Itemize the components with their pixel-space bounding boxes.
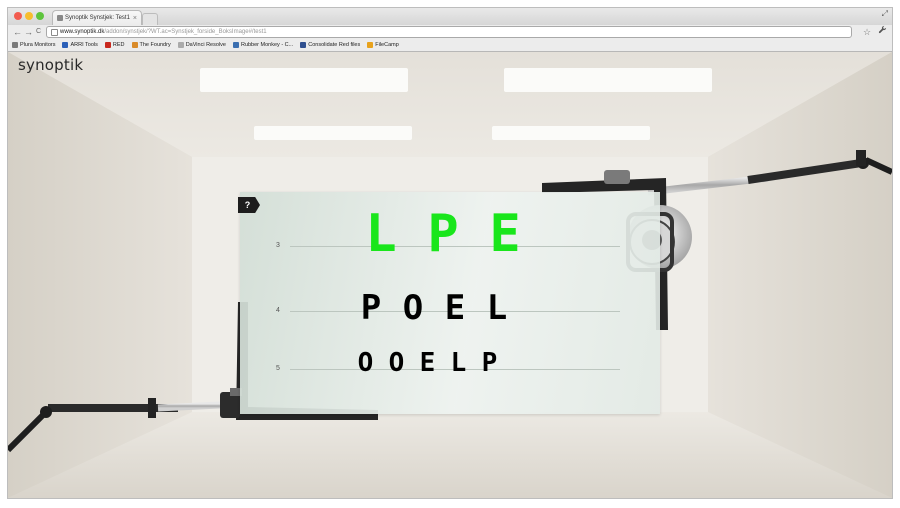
close-window-button[interactable] (14, 12, 22, 20)
chart-letter: O (357, 348, 374, 378)
chart-letter: L (486, 288, 508, 328)
bookmark-item[interactable]: RED (104, 42, 125, 48)
bookmark-favicon-icon (177, 42, 184, 48)
back-button[interactable]: ← (13, 25, 22, 39)
bookmark-favicon-icon (62, 42, 69, 48)
bookmark-item[interactable]: Plura Monitors (12, 42, 55, 48)
title-bar: Synoptik Synstjek: Test1 × ⤢ (8, 8, 892, 25)
chart-letter: L (450, 348, 467, 378)
row-number-3: 3 (276, 242, 280, 249)
chart-row-3: LPE (350, 204, 536, 264)
bookmark-favicon-icon (367, 42, 374, 48)
row-number-5: 5 (276, 365, 280, 372)
chart-letter: O (388, 348, 405, 378)
tab-favicon-icon (57, 15, 63, 21)
bookmark-favicon-icon (12, 42, 18, 48)
tab-title: Synoptik Synstjek: Test1 (65, 15, 130, 21)
url-path: /addon/synstjek/?WT.ac=Synstjek_forside_… (104, 29, 267, 35)
bookmark-favicon-icon (300, 42, 307, 48)
minimize-window-button[interactable] (25, 12, 33, 20)
bookmark-item[interactable]: DaVinci Resolve (177, 42, 226, 48)
bookmark-favicon-icon (104, 42, 111, 48)
reload-button[interactable]: C (36, 25, 41, 39)
chart-letter: P (427, 204, 459, 264)
bookmark-label: FileCamp (375, 42, 399, 48)
tab-close-icon[interactable]: × (133, 11, 137, 25)
bookmark-label: DaVinci Resolve (185, 42, 226, 48)
web-page: synoptik ? 3 4 5 LPE POEL OOELP (8, 52, 892, 498)
url-host: www.synoptik.dk (60, 29, 105, 35)
bookmark-item[interactable]: Rubber Monkey - C... (232, 42, 294, 48)
bookmark-label: The Foundry (139, 42, 171, 48)
chart-letter: O (402, 288, 424, 328)
chart-row-5: OOELP (350, 348, 505, 378)
bookmark-item[interactable]: Consolidate Red files (300, 42, 360, 48)
chart-letter: E (419, 348, 436, 378)
row-number-4: 4 (276, 307, 280, 314)
settings-wrench-icon[interactable] (878, 25, 887, 39)
browser-tab[interactable]: Synoptik Synstjek: Test1 × (52, 10, 142, 25)
chart-row-4: POEL (350, 288, 518, 328)
browser-toolbar: ← → C www.synoptik.dk/addon/synstjek/?WT… (8, 25, 892, 39)
bookmark-item[interactable]: The Foundry (131, 42, 171, 48)
browser-window: Synoptik Synstjek: Test1 × ⤢ ← → C www.s… (8, 8, 892, 498)
bookmarks-bar: Plura Monitors ARRI Tools RED The Foundry Da… (8, 39, 892, 52)
bookmark-label: ARRI Tools (70, 42, 98, 48)
bookmark-label: Rubber Monkey - C... (240, 42, 294, 48)
chart-letter: E (489, 204, 521, 264)
bookmark-label: Plura Monitors (20, 42, 56, 48)
chart-letter: E (444, 288, 466, 328)
bookmark-star-icon[interactable]: ☆ (863, 25, 871, 39)
wrench-icon (878, 25, 887, 34)
bookmark-label: RED (112, 42, 125, 48)
bookmark-favicon-icon (232, 42, 239, 48)
bookmark-item[interactable]: FileCamp (367, 42, 399, 48)
bookmark-favicon-icon (131, 42, 138, 48)
bookmark-item[interactable]: ARRI Tools (62, 42, 98, 48)
chart-letter: L (365, 204, 397, 264)
new-tab-button[interactable] (142, 13, 158, 25)
zoom-window-button[interactable] (36, 12, 44, 20)
synoptik-logo[interactable]: synoptik (18, 56, 83, 74)
chart-letter: P (360, 288, 382, 328)
chart-letter: P (481, 348, 498, 378)
address-bar[interactable]: www.synoptik.dk/addon/synstjek/?WT.ac=Sy… (46, 26, 852, 38)
forward-button[interactable]: → (24, 25, 33, 39)
bookmark-label: Consolidate Red files (308, 42, 361, 48)
page-icon (51, 29, 58, 36)
fullscreen-icon[interactable]: ⤢ (882, 9, 888, 19)
